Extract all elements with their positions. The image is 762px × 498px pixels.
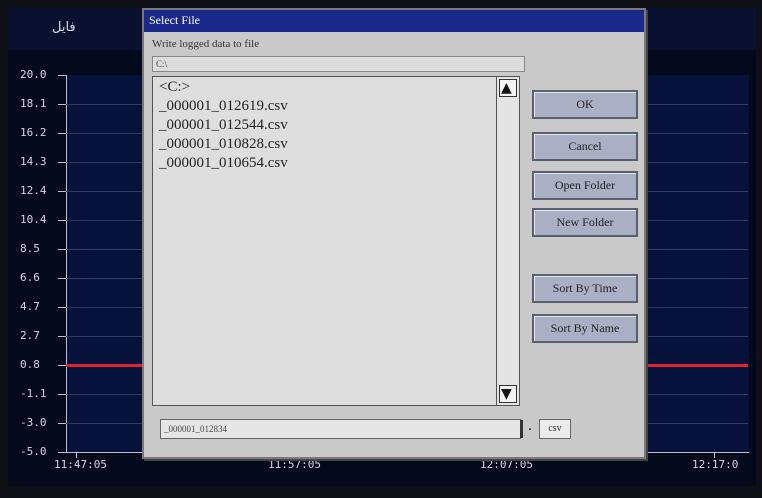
dialog-titlebar[interactable]: Select File (144, 10, 644, 32)
list-item-drive[interactable]: <C:> (159, 79, 190, 96)
dialog-subtitle: Write logged data to file (152, 38, 260, 50)
list-item[interactable]: _000001_012544.csv (159, 117, 288, 134)
dialog-title: Select File (149, 13, 200, 27)
triangle-up-icon: ▲ (501, 80, 512, 96)
x-tick (76, 452, 77, 458)
y-tick-label: 2.7 (20, 329, 40, 342)
list-item[interactable]: _000001_010654.csv (159, 155, 288, 172)
filename-input[interactable]: _000001_012834 (160, 419, 521, 439)
path-field[interactable]: C:\ (152, 56, 525, 72)
cancel-button[interactable]: Cancel (532, 132, 638, 161)
x-tick-label: 11:47:05 (54, 458, 107, 471)
y-tick (58, 365, 66, 366)
field-separator (520, 420, 523, 438)
y-tick-label: 4.7 (20, 300, 40, 313)
y-tick-label: -3.0 (20, 416, 47, 429)
ok-button[interactable]: OK (532, 90, 638, 119)
y-tick (58, 220, 66, 221)
y-tick (58, 75, 66, 76)
scroll-up-button[interactable]: ▲ (499, 79, 517, 97)
y-tick (58, 249, 66, 250)
x-tick-label: 12:17:0 (692, 458, 739, 471)
sort-by-name-button[interactable]: Sort By Name (532, 314, 638, 343)
y-tick (58, 191, 66, 192)
y-tick-label: 18.1 (20, 97, 47, 110)
y-tick-label: 12.4 (20, 184, 47, 197)
y-tick-label: 6.6 (20, 271, 40, 284)
y-tick (58, 278, 66, 279)
y-tick (58, 394, 66, 395)
sort-by-time-button[interactable]: Sort By Time (532, 274, 638, 303)
list-item[interactable]: _000001_010828.csv (159, 136, 288, 153)
y-tick (58, 423, 66, 424)
y-tick (58, 104, 66, 105)
scroll-down-button[interactable]: ▼ (499, 385, 517, 403)
y-tick (58, 133, 66, 134)
list-item[interactable]: _000001_012619.csv (159, 98, 288, 115)
y-tick-label: 20.0 (20, 68, 47, 81)
y-tick (58, 307, 66, 308)
file-list[interactable]: <C:> _000001_012619.csv _000001_012544.c… (152, 76, 498, 406)
select-file-dialog: Select File Write logged data to file C:… (142, 8, 646, 459)
y-tick-label: -5.0 (20, 445, 47, 458)
y-tick (58, 452, 66, 453)
y-tick-label: 14.3 (20, 155, 47, 168)
x-tick (714, 452, 715, 458)
list-scrollbar[interactable]: ▲ ▼ (496, 76, 520, 406)
x-tick-label: 12:07:05 (480, 458, 533, 471)
extension-dot: . (528, 417, 532, 434)
open-folder-button[interactable]: Open Folder (532, 171, 638, 200)
y-tick-label: 0.8 (20, 358, 40, 371)
new-folder-button[interactable]: New Folder (532, 208, 638, 237)
x-tick-label: 11:57:05 (268, 458, 321, 471)
y-tick-label: 16.2 (20, 126, 47, 139)
extension-field[interactable]: csv (539, 419, 571, 439)
app-title: فایل (52, 20, 76, 35)
y-tick (58, 162, 66, 163)
triangle-down-icon: ▼ (501, 386, 512, 402)
y-tick-label: 8.5 (20, 242, 40, 255)
y-tick-label: -1.1 (20, 387, 47, 400)
y-tick (58, 336, 66, 337)
y-tick-label: 10.4 (20, 213, 47, 226)
